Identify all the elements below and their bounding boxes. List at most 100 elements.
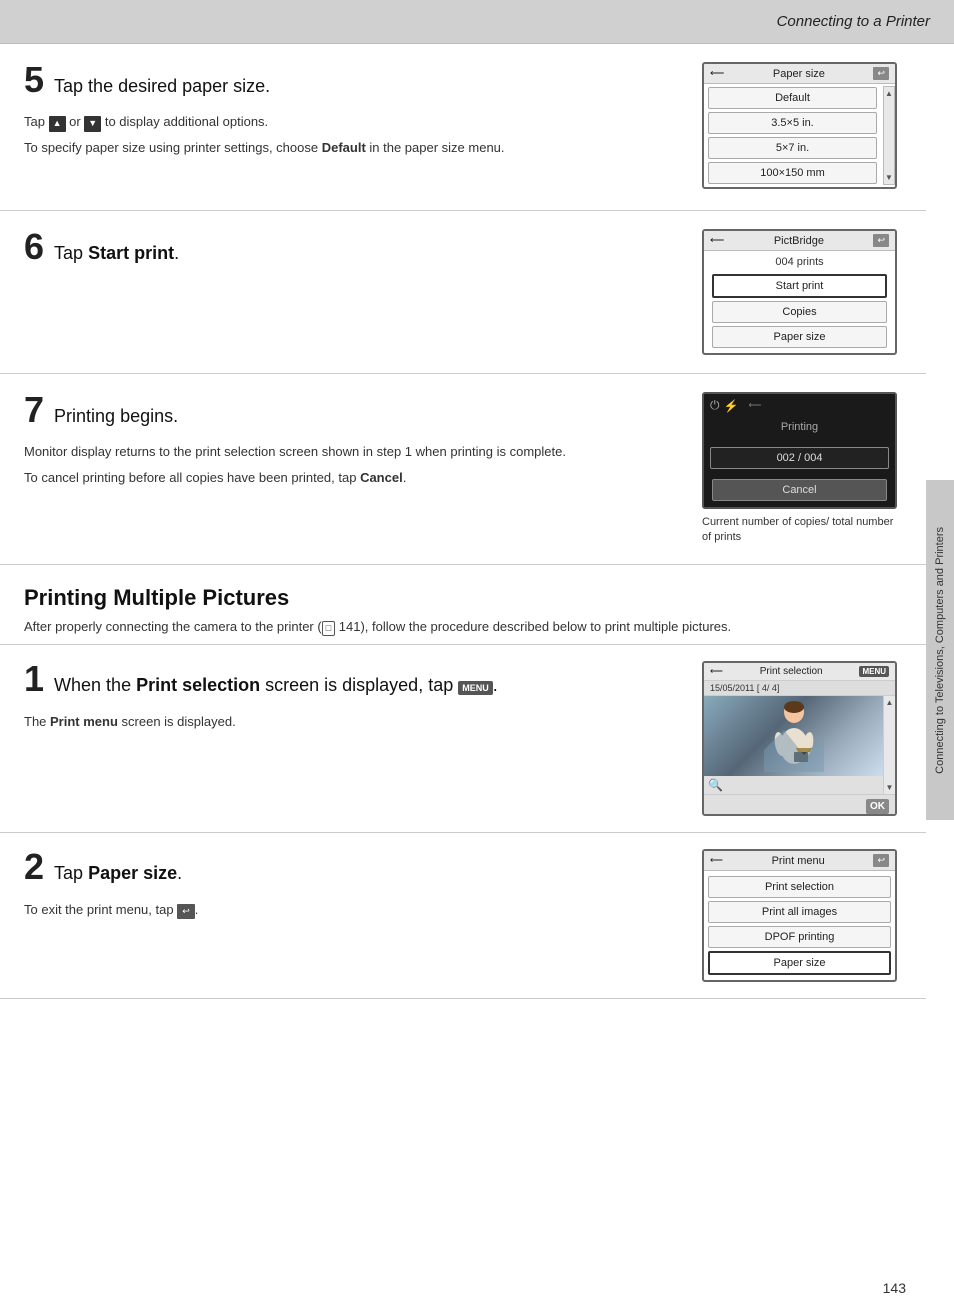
multi-step-1-number: 1 xyxy=(24,661,44,697)
print-menu-title-text: Print menu xyxy=(772,855,825,867)
book-ref-icon: □ xyxy=(322,621,335,637)
step-7-section: 7 Printing begins. Monitor display retur… xyxy=(0,374,926,565)
ps-title-label: Print selection xyxy=(760,666,823,677)
step-7-screen: ⏻ ⚡ ⟵ Printing 002 / 004 Cancel Current … xyxy=(702,392,902,546)
pictbridge-prints-count: 004 prints xyxy=(708,253,891,271)
cancel-button[interactable]: Cancel xyxy=(712,479,887,501)
menu-badge: MENU xyxy=(458,681,493,695)
page-number: 143 xyxy=(883,1280,906,1296)
step-5-title: Tap the desired paper size. xyxy=(54,75,270,98)
print-menu-title-bar: ⟵ Print menu ↩ xyxy=(704,851,895,871)
pb-back-btn: ↩ xyxy=(873,234,889,247)
print-selection-screen: ⟵ Print selection MENU 15/05/2011 [ 4/ 4… xyxy=(702,661,897,816)
ps-item-list: Default 3.5×5 in. 5×7 in. 100×150 mm xyxy=(704,87,895,184)
section-title: Printing Multiple Pictures xyxy=(24,585,902,611)
step-6-left: 6 Tap Start print. xyxy=(24,229,686,279)
paper-5x7[interactable]: 5×7 in. xyxy=(708,137,877,159)
pictbridge-title-text: PictBridge xyxy=(774,235,824,247)
step-7-title: Printing begins. xyxy=(54,405,178,428)
print-menu-items: Print selection Print all images DPOF pr… xyxy=(704,871,895,980)
ps-bottom-bar: 🔍 xyxy=(704,776,883,794)
scroll-down-arrow: ▼ xyxy=(885,173,893,182)
step-5-number: 5 xyxy=(24,62,44,98)
paper-3x5[interactable]: 3.5×5 in. xyxy=(708,112,877,134)
pictbridge-screen-wrap: ⟵ PictBridge ↩ 004 prints Start print Co… xyxy=(702,229,897,355)
flash-icon: ⚡ xyxy=(724,399,739,413)
ps-title-bar: ⟵ Paper size ↩ xyxy=(704,64,895,84)
pb-connector: ⟵ xyxy=(710,235,724,246)
paper-default[interactable]: Default xyxy=(708,87,877,109)
paper-100x150[interactable]: 100×150 mm xyxy=(708,162,877,184)
up-icon: ▲ xyxy=(49,116,66,132)
camera-image-display xyxy=(704,696,883,776)
step-6-screen: ⟵ PictBridge ↩ 004 prints Start print Co… xyxy=(702,229,902,355)
step-7-line1: Monitor display returns to the print sel… xyxy=(24,442,686,462)
ps-scroll-down: ▼ xyxy=(886,783,894,792)
multi-step-2-desc: To exit the print menu, tap ↩. xyxy=(24,900,686,920)
step-5-body-line2: To specify paper size using printer sett… xyxy=(24,138,686,158)
step-6-section: 6 Tap Start print. ⟵ PictBridge ↩ 004 pr… xyxy=(0,211,926,374)
multi-step-1-title: When the Print selection screen is displ… xyxy=(54,674,498,697)
pictbridge-item-list: 004 prints Start print Copies Paper size xyxy=(704,251,895,353)
multi-step-1-screen: ⟵ Print selection MENU 15/05/2011 [ 4/ 4… xyxy=(702,661,902,816)
multi-step-1-left: 1 When the Print selection screen is dis… xyxy=(24,661,686,737)
multi-step-1-body: The Print menu screen is displayed. xyxy=(24,712,686,732)
main-content: 5 Tap the desired paper size. Tap ▲ or ▼… xyxy=(0,44,926,1059)
power-icon: ⏻ xyxy=(710,398,720,413)
paper-size-display: ⟵ Paper size ↩ Default 3.5×5 in. 5×7 in.… xyxy=(702,62,897,189)
step-5-body: Tap ▲ or ▼ to display additional options… xyxy=(24,112,686,157)
down-icon: ▼ xyxy=(84,116,101,132)
print-menu-screen-wrap: ⟵ Print menu ↩ Print selection Print all… xyxy=(702,849,897,982)
ps-ok-row: OK xyxy=(704,794,895,814)
header-title: Connecting to a Printer xyxy=(777,13,930,30)
pictbridge-start-print[interactable]: Start print xyxy=(712,274,887,298)
connector-small: ⟵ xyxy=(748,400,761,411)
ps-subtitle: 15/05/2011 [ 4/ 4] xyxy=(704,681,895,696)
print-selection-screen-wrap: ⟵ Print selection MENU 15/05/2011 [ 4/ 4… xyxy=(702,661,897,816)
printing-counter: 002 / 004 xyxy=(710,447,889,469)
step-6-title: Tap Start print. xyxy=(54,242,179,265)
paper-size-item[interactable]: Paper size xyxy=(708,951,891,975)
ps-camera-image: 🔍 xyxy=(704,696,883,794)
ok-badge[interactable]: OK xyxy=(866,799,889,814)
multi-step-2-number: 2 xyxy=(24,849,44,885)
section-printing-multiple: Printing Multiple Pictures After properl… xyxy=(0,565,926,646)
page-header: Connecting to a Printer xyxy=(0,0,954,44)
zoom-icon: 🔍 xyxy=(708,778,723,792)
pictbridge-paper-size[interactable]: Paper size xyxy=(712,326,887,348)
ps-title-text: Paper size xyxy=(773,68,825,80)
multi-step-2-body: To exit the print menu, tap ↩. xyxy=(24,900,686,920)
pm-connector: ⟵ xyxy=(710,855,723,866)
step-5-body-line1: Tap ▲ or ▼ to display additional options… xyxy=(24,112,686,132)
pm-back-btn: ↩ xyxy=(873,854,889,867)
multi-step-2-left: 2 Tap Paper size. To exit the print menu… xyxy=(24,849,686,925)
step-5-screen: ⟵ Paper size ↩ Default 3.5×5 in. 5×7 in.… xyxy=(702,62,902,192)
dpof-printing-item[interactable]: DPOF printing xyxy=(708,926,891,948)
ps-connector: ⟵ xyxy=(710,666,723,677)
ps-menu-btn[interactable]: MENU xyxy=(859,666,889,677)
person-illustration xyxy=(764,700,824,772)
printing-caption: Current number of copies/ total number o… xyxy=(702,515,897,546)
step-6-number: 6 xyxy=(24,229,44,265)
print-menu-screen: ⟵ Print menu ↩ Print selection Print all… xyxy=(702,849,897,982)
print-selection-item[interactable]: Print selection xyxy=(708,876,891,898)
back-icon: ↩ xyxy=(177,904,195,920)
pictbridge-copies[interactable]: Copies xyxy=(712,301,887,323)
ps-image-area: 🔍 ▲ ▼ xyxy=(704,696,895,794)
printing-icons-bar: ⏻ ⚡ ⟵ xyxy=(704,394,895,417)
step-7-body: Monitor display returns to the print sel… xyxy=(24,442,686,487)
scroll-up-arrow: ▲ xyxy=(885,89,893,98)
pictbridge-title-bar: ⟵ PictBridge ↩ xyxy=(704,231,895,251)
printing-screen-wrap: ⏻ ⚡ ⟵ Printing 002 / 004 Cancel Current … xyxy=(702,392,897,546)
side-tab: Connecting to Televisions, Computers and… xyxy=(926,480,954,820)
section-intro: After properly connecting the camera to … xyxy=(24,617,902,637)
step-5-section: 5 Tap the desired paper size. Tap ▲ or ▼… xyxy=(0,44,926,211)
side-tab-text: Connecting to Televisions, Computers and… xyxy=(933,527,947,774)
ps-scrollbar: ▲ ▼ xyxy=(883,696,895,794)
print-all-images-item[interactable]: Print all images xyxy=(708,901,891,923)
multi-step-1-section: 1 When the Print selection screen is dis… xyxy=(0,645,926,833)
step-7-number: 7 xyxy=(24,392,44,428)
multi-step-2-section: 2 Tap Paper size. To exit the print menu… xyxy=(0,833,926,999)
step-7-line2: To cancel printing before all copies hav… xyxy=(24,468,686,488)
multi-step-2-title: Tap Paper size. xyxy=(54,862,182,885)
